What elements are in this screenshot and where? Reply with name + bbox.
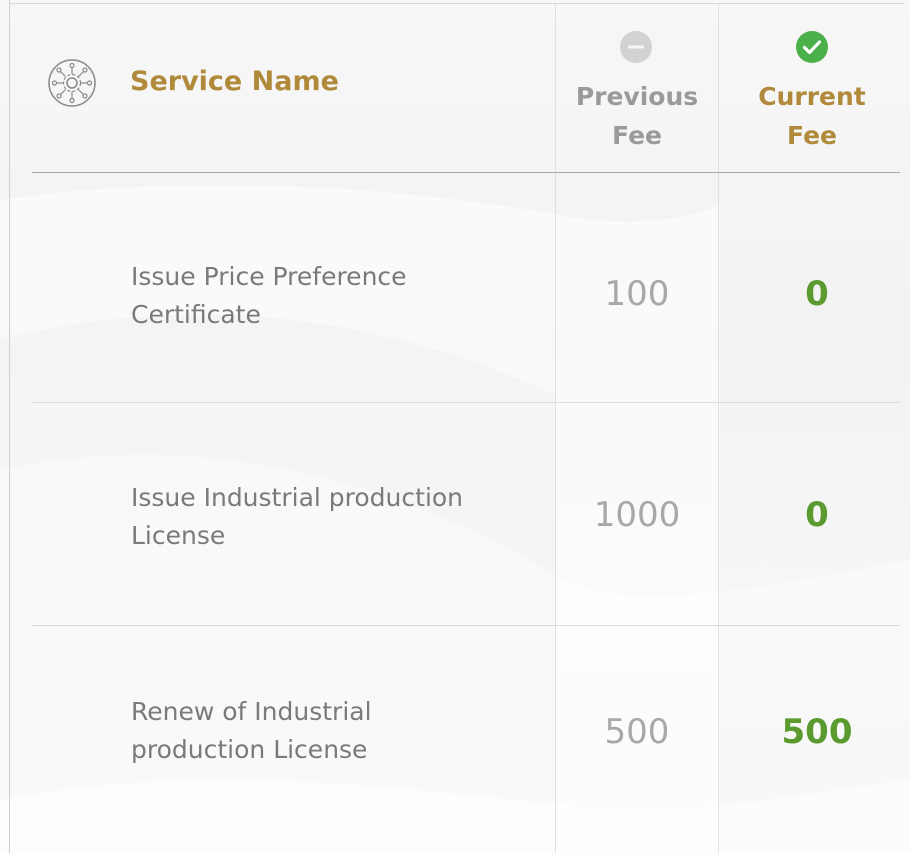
check-circle-icon <box>796 31 828 63</box>
fee-table: Service Name Previous Fee Current Fee Is… <box>0 0 910 853</box>
column-header-service-name: Service Name <box>130 66 339 97</box>
previous-fee-cell: 1000 <box>593 495 681 535</box>
previous-fee-header-line1: Previous <box>575 82 699 111</box>
current-fee-cell: 0 <box>805 495 829 535</box>
service-name-line1: Issue Industrial production <box>131 483 464 512</box>
minus-circle-icon <box>620 31 652 63</box>
column-header-current-fee: Current Fee <box>719 77 905 155</box>
service-name-cell: Issue Price Preference Certificate <box>131 258 531 334</box>
service-name-line2: Certificate <box>131 300 261 329</box>
service-name-line1: Issue Price Preference <box>131 262 407 291</box>
service-name-cell: Renew of Industrial production License <box>131 693 531 769</box>
previous-fee-header-line2: Fee <box>612 121 662 150</box>
service-name-line1: Renew of Industrial <box>131 697 372 726</box>
table-left-border <box>9 0 10 853</box>
previous-fee-cell: 500 <box>604 712 670 752</box>
table-top-border <box>9 3 904 4</box>
current-fee-header-line1: Current <box>758 82 866 111</box>
current-fee-header-line2: Fee <box>787 121 837 150</box>
gear-network-icon <box>48 59 96 107</box>
current-fee-cell: 0 <box>805 274 829 314</box>
previous-fee-cell: 100 <box>604 274 670 314</box>
row-divider <box>32 625 900 626</box>
service-name-line2: production License <box>131 735 368 764</box>
service-name-line2: License <box>131 521 226 550</box>
service-name-cell: Issue Industrial production License <box>131 479 531 555</box>
header-divider <box>32 172 900 173</box>
row-divider <box>32 402 900 403</box>
current-fee-cell: 500 <box>781 712 853 752</box>
column-header-previous-fee: Previous Fee <box>556 77 718 155</box>
